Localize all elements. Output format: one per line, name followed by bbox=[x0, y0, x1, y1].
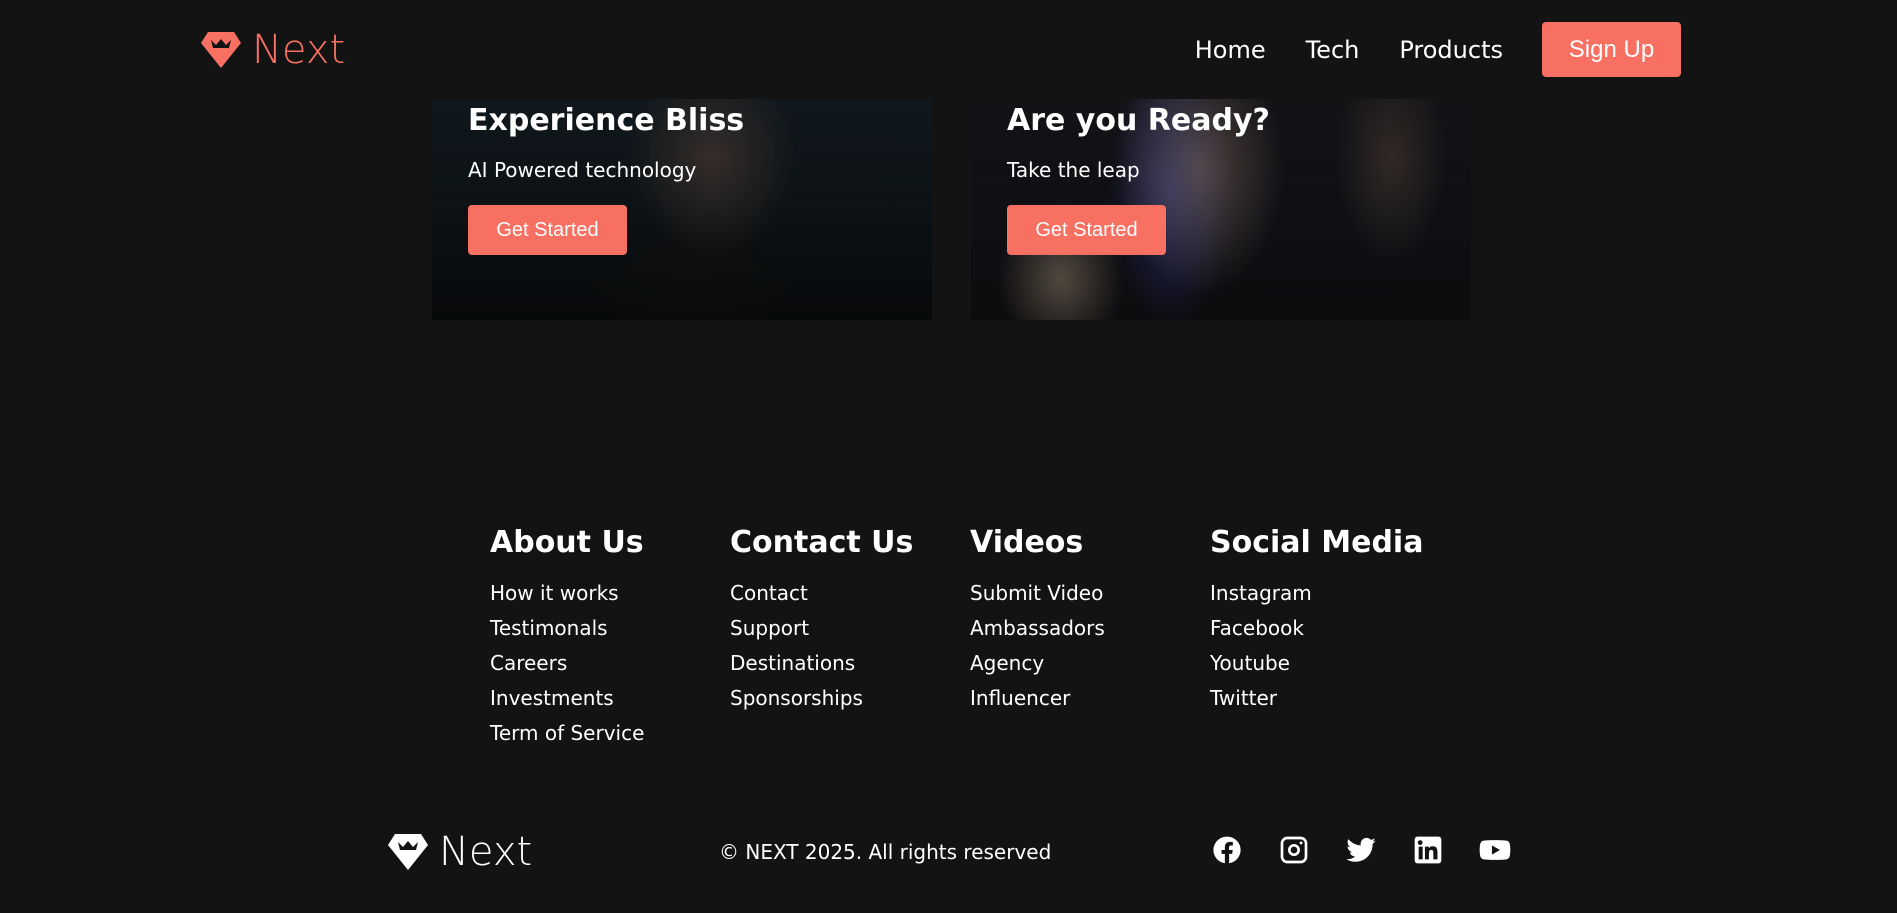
footer-link[interactable]: Contact bbox=[730, 576, 970, 611]
nav-home[interactable]: Home bbox=[1195, 36, 1266, 64]
copyright-text: © NEXT 2025. All rights reserved bbox=[719, 840, 1052, 864]
nav-links: Home Tech Products Sign Up bbox=[1195, 22, 1681, 77]
footer-link[interactable]: Influencer bbox=[970, 681, 1210, 716]
footer-link[interactable]: Investments bbox=[490, 681, 730, 716]
footer-link[interactable]: Agency bbox=[970, 646, 1210, 681]
get-started-button[interactable]: Get Started bbox=[1007, 205, 1166, 255]
footer-column-title: Videos bbox=[970, 525, 1084, 560]
footer-link[interactable]: Ambassadors bbox=[970, 611, 1210, 646]
card-content: Experience Bliss AI Powered technology G… bbox=[468, 99, 744, 255]
footer-link[interactable]: Instagram bbox=[1210, 576, 1450, 611]
footer-link[interactable]: Support bbox=[730, 611, 970, 646]
brand-logo[interactable]: Next bbox=[200, 26, 345, 74]
card-subtitle: AI Powered technology bbox=[468, 158, 697, 182]
diamond-icon bbox=[201, 32, 241, 68]
footer-links: About Us How it works Testimonals Career… bbox=[490, 518, 1450, 751]
brand-name: Next bbox=[252, 27, 346, 73]
footer-brand-logo[interactable]: Next bbox=[387, 828, 532, 876]
diamond-icon bbox=[388, 834, 428, 870]
youtube-icon[interactable] bbox=[1478, 832, 1511, 868]
card-content: Are you Ready? Take the leap Get Started bbox=[1007, 99, 1270, 255]
signup-button[interactable]: Sign Up bbox=[1542, 22, 1681, 77]
footer-link[interactable]: Facebook bbox=[1210, 611, 1450, 646]
footer-column-title: About Us bbox=[490, 525, 644, 560]
card-title: Are you Ready? bbox=[1007, 103, 1270, 138]
footer-link[interactable]: Twitter bbox=[1210, 681, 1450, 716]
card-are-you-ready: Are you Ready? Take the leap Get Started bbox=[971, 99, 1471, 320]
footer-link[interactable]: Term of Service bbox=[490, 716, 730, 751]
footer-column-title: Social Media bbox=[1210, 525, 1424, 560]
card-experience-bliss: Experience Bliss AI Powered technology G… bbox=[432, 99, 932, 320]
footer-column-title: Contact Us bbox=[730, 525, 914, 560]
footer-link[interactable]: Sponsorships bbox=[730, 681, 970, 716]
footer-link[interactable]: How it works bbox=[490, 576, 730, 611]
footer-link[interactable]: Testimonals bbox=[490, 611, 730, 646]
footer-column-contact: Contact Us Contact Support Destinations … bbox=[730, 518, 970, 751]
footer-brand-name: Next bbox=[439, 829, 533, 875]
nav-products[interactable]: Products bbox=[1399, 36, 1503, 64]
footer-link[interactable]: Destinations bbox=[730, 646, 970, 681]
social-icons bbox=[1210, 832, 1511, 868]
get-started-button[interactable]: Get Started bbox=[468, 205, 627, 255]
card-title: Experience Bliss bbox=[468, 103, 745, 138]
footer-column-about: About Us How it works Testimonals Career… bbox=[490, 518, 730, 751]
facebook-icon[interactable] bbox=[1210, 832, 1243, 868]
footer-link[interactable]: Submit Video bbox=[970, 576, 1210, 611]
card-subtitle: Take the leap bbox=[1007, 158, 1140, 182]
nav-tech[interactable]: Tech bbox=[1306, 36, 1360, 64]
linkedin-icon[interactable] bbox=[1411, 832, 1444, 868]
instagram-icon[interactable] bbox=[1277, 832, 1310, 868]
footer-link[interactable]: Youtube bbox=[1210, 646, 1450, 681]
footer-column-social: Social Media Instagram Facebook Youtube … bbox=[1210, 518, 1450, 751]
footer-link[interactable]: Careers bbox=[490, 646, 730, 681]
navbar: Next Home Tech Products Sign Up bbox=[0, 0, 1897, 99]
twitter-icon[interactable] bbox=[1344, 832, 1377, 868]
footer-column-videos: Videos Submit Video Ambassadors Agency I… bbox=[970, 518, 1210, 751]
